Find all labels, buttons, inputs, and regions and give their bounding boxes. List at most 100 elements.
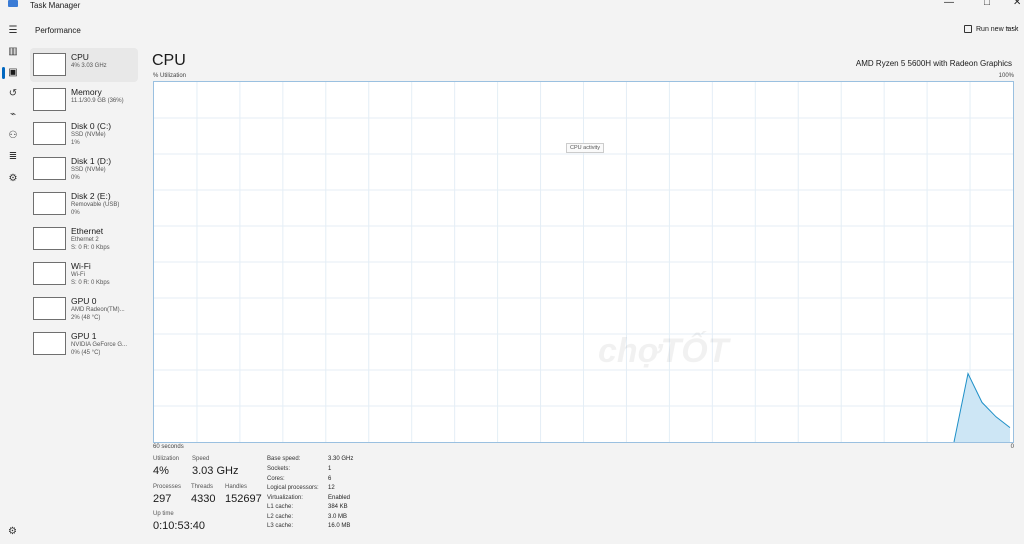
- spec-value: 3.30 GHz: [328, 456, 354, 462]
- cpu-heading: CPU: [152, 52, 186, 69]
- performance-list: CPU 4% 3.03 GHz Memory 11.1/30.9 GB (36%…: [30, 48, 138, 358]
- maximize-button[interactable]: □: [984, 0, 990, 8]
- spec-value: 6: [328, 476, 332, 482]
- hamburger-menu-icon[interactable]: ☰: [6, 24, 20, 38]
- uptime-label: Up time: [153, 511, 174, 517]
- cpu-utilization-graph: CPU activity chợTỐT: [153, 81, 1014, 443]
- perf-item-usage: S: 0 R: 0 Kbps: [71, 245, 110, 251]
- app-history-icon[interactable]: ↺: [6, 87, 20, 101]
- perf-item-gpu-1[interactable]: GPU 1 NVIDIA GeForce G... 0% (45 °C): [30, 327, 138, 361]
- gpu-0-thumbnail: [33, 297, 66, 320]
- settings-icon[interactable]: ⚙: [8, 526, 17, 537]
- spec-label: Cores:: [267, 476, 285, 482]
- perf-item-usage: 0%: [71, 175, 80, 181]
- spec-value: Enabled: [328, 495, 351, 501]
- ethernet-thumbnail: [33, 227, 66, 250]
- minimize-button[interactable]: —: [944, 0, 954, 8]
- perf-item-name: GPU 1: [71, 331, 97, 341]
- cpu-graph-svg: [154, 82, 1013, 442]
- perf-item-usage: 0% (45 °C): [71, 350, 101, 356]
- spec-label: L2 cache:: [267, 514, 294, 520]
- watermark: chợTỐT: [598, 332, 729, 370]
- perf-item-memory[interactable]: Memory 11.1/30.9 GB (36%): [30, 83, 138, 117]
- disk-1-thumbnail: [33, 157, 66, 180]
- handles-value: 152697: [225, 493, 262, 505]
- processes-value: 297: [153, 493, 172, 505]
- utilization-value: 4%: [153, 465, 169, 477]
- spec-label: Base speed:: [267, 456, 301, 462]
- perf-item-usage: 1%: [71, 140, 80, 146]
- close-button[interactable]: ✕: [1013, 0, 1021, 8]
- spec-label: Logical processors:: [267, 485, 319, 491]
- more-options-button[interactable]: ···: [1006, 22, 1020, 34]
- max-percent-label: 100%: [998, 73, 1014, 79]
- perf-item-name: Memory: [71, 87, 102, 97]
- details-icon[interactable]: ≣: [6, 150, 20, 164]
- zero-label: 0: [1010, 444, 1014, 450]
- perf-item-name: Disk 2 (E:): [71, 191, 111, 201]
- spec-value: 12: [328, 485, 335, 491]
- cpu-thumbnail: [33, 53, 66, 76]
- perf-item-detail: SSD (NVMe): [71, 132, 106, 138]
- users-icon[interactable]: ⚇: [6, 129, 20, 143]
- disk-0-thumbnail: [33, 122, 66, 145]
- perf-item-gpu-0[interactable]: GPU 0 AMD Radeon(TM)... 2% (48 °C): [30, 292, 138, 326]
- perf-item-usage: 0%: [71, 210, 80, 216]
- perf-item-name: Disk 1 (D:): [71, 156, 112, 166]
- perf-item-detail: 4% 3.03 GHz: [71, 63, 107, 69]
- processes-icon[interactable]: ▥: [6, 45, 20, 59]
- perf-item-usage: 2% (48 °C): [71, 315, 101, 321]
- perf-item-usage: S: 0 R: 0 Kbps: [71, 280, 110, 286]
- perf-item-wifi[interactable]: Wi-Fi Wi-Fi S: 0 R: 0 Kbps: [30, 257, 138, 291]
- spec-label: Virtualization:: [267, 495, 303, 501]
- title-bar: Task Manager — □ ✕: [0, 0, 1024, 14]
- gpu-1-thumbnail: [33, 332, 66, 355]
- performance-icon[interactable]: ▣: [6, 66, 20, 80]
- window-title: Task Manager: [30, 1, 81, 10]
- spec-value: 384 KB: [328, 504, 348, 510]
- spec-label: Sockets:: [267, 466, 291, 472]
- time-span-label: 60 seconds: [153, 444, 184, 450]
- perf-item-detail: NVIDIA GeForce G...: [71, 342, 128, 348]
- perf-item-detail: Wi-Fi: [71, 272, 85, 278]
- speed-value: 3.03 GHz: [192, 465, 239, 477]
- wifi-thumbnail: [33, 262, 66, 285]
- run-task-icon: [964, 25, 972, 33]
- utilization-label: Utilization: [153, 456, 180, 462]
- utilization-axis-label: % Utilization: [153, 73, 187, 79]
- disk-2-thumbnail: [33, 192, 66, 215]
- startup-apps-icon[interactable]: ⌁: [6, 108, 20, 122]
- perf-item-disk-1[interactable]: Disk 1 (D:) SSD (NVMe) 0%: [30, 152, 138, 186]
- cpu-activity-tooltip: CPU activity: [566, 143, 604, 153]
- perf-item-cpu[interactable]: CPU 4% 3.03 GHz: [30, 48, 138, 82]
- perf-item-disk-0[interactable]: Disk 0 (C:) SSD (NVMe) 1%: [30, 117, 138, 151]
- navigation-rail: ☰ ▥ ▣ ↺ ⌁ ⚇ ≣ ⚙: [0, 14, 26, 544]
- perf-item-detail: Removable (USB): [71, 202, 120, 208]
- perf-item-name: Ethernet: [71, 226, 104, 236]
- spec-value: 16.0 MB: [328, 523, 351, 529]
- spec-label: L3 cache:: [267, 523, 294, 529]
- speed-label: Speed: [192, 456, 210, 462]
- task-manager-icon: [8, 0, 18, 7]
- perf-item-name: GPU 0: [71, 296, 97, 306]
- uptime-value: 0:10:53:40: [153, 520, 205, 532]
- page-title: Performance: [35, 26, 81, 35]
- threads-label: Threads: [191, 484, 214, 490]
- cpu-model-name: AMD Ryzen 5 5600H with Radeon Graphics: [855, 59, 1012, 68]
- perf-item-ethernet[interactable]: Ethernet Ethernet 2 S: 0 R: 0 Kbps: [30, 222, 138, 256]
- perf-item-disk-2[interactable]: Disk 2 (E:) Removable (USB) 0%: [30, 187, 138, 221]
- spec-label: L1 cache:: [267, 504, 294, 510]
- spec-value: 3.0 MB: [328, 514, 348, 520]
- threads-value: 4330: [191, 493, 216, 505]
- perf-item-name: CPU: [71, 52, 89, 62]
- page-header: Performance Run new task ···: [26, 14, 1024, 46]
- perf-item-detail: 11.1/30.9 GB (36%): [71, 98, 124, 104]
- cpu-detail-panel: CPU AMD Ryzen 5 5600H with Radeon Graphi…: [150, 48, 1020, 544]
- perf-item-detail: AMD Radeon(TM)...: [71, 307, 125, 313]
- perf-item-detail: SSD (NVMe): [71, 167, 106, 173]
- perf-item-detail: Ethernet 2: [71, 237, 99, 243]
- processes-label: Processes: [153, 484, 182, 490]
- memory-thumbnail: [33, 88, 66, 111]
- selected-indicator: [2, 67, 5, 79]
- services-icon[interactable]: ⚙: [6, 172, 20, 186]
